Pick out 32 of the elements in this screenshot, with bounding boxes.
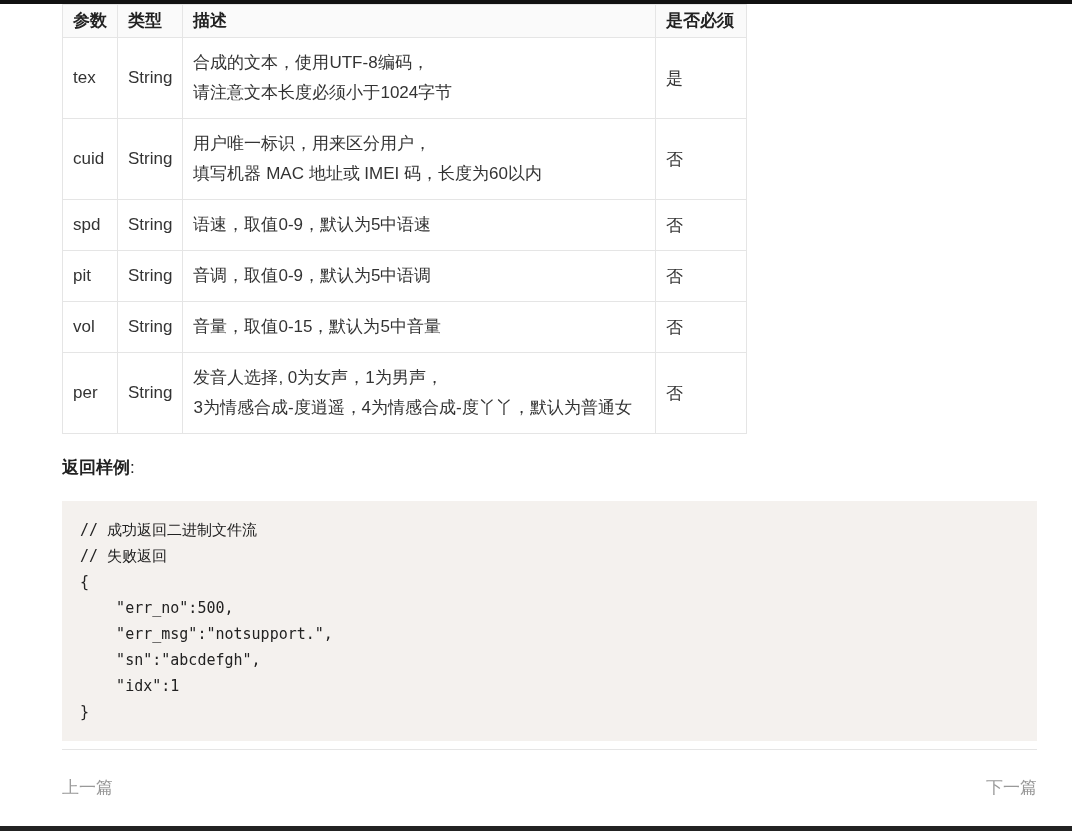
table-cell: String [117, 301, 183, 353]
code-block: // 成功返回二进制文件流 // 失败返回 { "err_no":500, "err_msg":"notsupport.", "sn":"abcdefgh", "idx":1 } [62, 501, 1037, 741]
previous-article-link[interactable]: 上一篇 [62, 776, 113, 799]
table-cell: 用户唯一标识，用来区分用户， 填写机器 MAC 地址或 IMEI 码，长度为60以内 [182, 118, 656, 200]
table-cell: spd [62, 199, 118, 251]
table-cell: vol [62, 301, 118, 353]
table-cell: cuid [62, 118, 118, 200]
table-cell: String [117, 118, 183, 200]
table-cell: 否 [655, 199, 747, 251]
table-cell: 否 [655, 250, 747, 302]
column-header: 类型 [117, 4, 183, 38]
table-cell: 发音人选择, 0为女声，1为男声， 3为情感合成-度逍遥，4为情感合成-度丫丫，默认为普通女 [182, 352, 656, 434]
next-article-link[interactable]: 下一篇 [986, 776, 1037, 799]
table-cell: 否 [655, 352, 747, 434]
column-header: 参数 [62, 4, 118, 38]
table-cell: 音调，取值0-9，默认为5中语调 [182, 250, 656, 302]
table-cell: 语速，取值0-9，默认为5中语速 [182, 199, 656, 251]
table-cell: String [117, 37, 183, 119]
column-header: 是否必须 [655, 4, 747, 38]
table-cell: String [117, 352, 183, 434]
table-cell: 否 [655, 301, 747, 353]
column-header: 描述 [182, 4, 656, 38]
table-cell: 否 [655, 118, 747, 200]
table-cell: String [117, 250, 183, 302]
table-cell: 是 [655, 37, 747, 119]
section-heading: 返回样例: [62, 457, 136, 479]
table-cell: String [117, 199, 183, 251]
table-cell: per [62, 352, 118, 434]
table-cell: tex [62, 37, 118, 119]
table-cell: 音量，取值0-15，默认为5中音量 [182, 301, 656, 353]
table-cell: pit [62, 250, 118, 302]
table-cell: 合成的文本，使用UTF-8编码， 请注意文本长度必须小于1024字节 [182, 37, 656, 119]
